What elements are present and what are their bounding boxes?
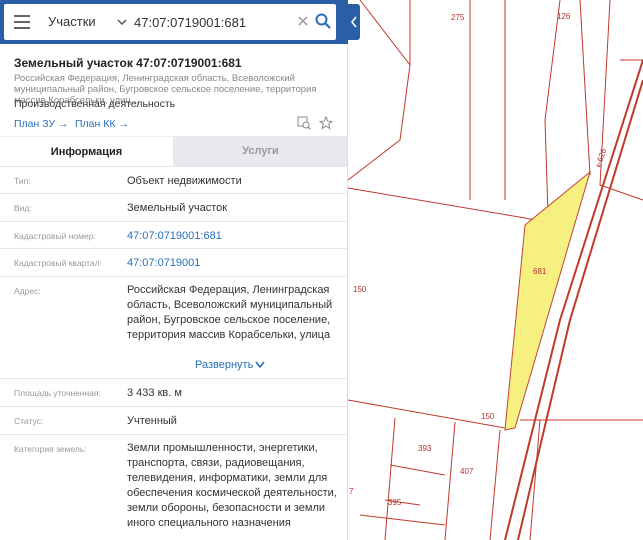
detail-row-type: Тип: Объект недвижимости (0, 166, 347, 193)
search-bar: Участки (0, 0, 340, 44)
map-label-681: 681 (533, 267, 547, 276)
detail-value: 3 433 кв. м (127, 387, 182, 399)
star-icon[interactable] (319, 116, 333, 130)
detail-label: Адрес: (14, 286, 41, 296)
panel-edge (340, 0, 348, 44)
parcel-boundary (489, 429, 501, 540)
map-label-150a: 150 (353, 285, 367, 294)
detail-label: Тип: (14, 176, 31, 186)
menu-icon[interactable] (14, 15, 30, 29)
selected-parcel-681[interactable] (504, 170, 591, 431)
expand-label: Развернуть (195, 359, 254, 371)
map-label-393: 393 (418, 444, 432, 453)
map-label-road: к-626 (593, 147, 608, 169)
chevron-left-icon (350, 16, 357, 28)
detail-label: Площадь уточненная: (14, 388, 101, 398)
close-icon[interactable] (296, 14, 310, 28)
search-type-select[interactable]: Участки (48, 4, 96, 40)
expand-address-link[interactable]: Развернуть (195, 359, 265, 371)
parcel-info-panel: Земельный участок 47:07:0719001:681 Росс… (0, 44, 348, 540)
tab-services[interactable]: Услуги (173, 136, 347, 166)
map-label-407: 407 (460, 467, 474, 476)
detail-row-kind: Вид: Земельный участок (0, 193, 347, 221)
parcel-use: Производственная деятельность (14, 98, 176, 110)
map-label-7: 7 (349, 487, 354, 496)
search-icon[interactable] (314, 12, 332, 30)
chevron-down-icon[interactable] (116, 16, 128, 28)
parcel-title: Земельный участок 47:07:0719001:681 (14, 56, 242, 70)
parcel-boundary (359, 514, 446, 526)
detail-row-cad-quarter: Кадастровый квартал: 47:07:0719001 (0, 248, 347, 276)
detail-value: Земельный участок (127, 202, 228, 214)
cad-quarter-link[interactable]: 47:07:0719001 (127, 256, 339, 271)
parcel-boundary (389, 464, 446, 476)
map-label-150b: 150 (481, 412, 495, 421)
detail-value: Объект недвижимости (127, 175, 242, 187)
detail-value: Учтенный (127, 415, 177, 427)
detail-value: Российская Федерация, Ленинградская обла… (127, 284, 333, 341)
parcel-boundary (544, 0, 561, 216)
detail-row-category: Категория земель: Земли промышленности, … (0, 434, 347, 540)
plan-kk-link[interactable]: План КК → (75, 118, 129, 130)
map-label-126: 126 (557, 12, 571, 21)
detail-row-address: Адрес: Российская Федерация, Ленинградск… (0, 276, 347, 378)
map-search-icon[interactable] (297, 116, 311, 130)
search-box: Участки (4, 4, 336, 40)
detail-label: Статус: (14, 416, 44, 426)
tab-information[interactable]: Информация (0, 136, 173, 166)
cad-number-link[interactable]: 47:07:0719001:681 (127, 229, 339, 244)
parcel-boundary (579, 0, 591, 176)
detail-row-cad-number: Кадастровый номер: 47:07:0719001:681 (0, 221, 347, 248)
parcel-boundary (347, 187, 526, 219)
collapse-panel-button[interactable] (348, 4, 360, 40)
map-label-395: 395 (388, 498, 402, 507)
detail-row-area: Площадь уточненная: 3 433 кв. м (0, 378, 347, 406)
detail-label: Кадастровый номер: (14, 231, 96, 241)
detail-row-status: Статус: Учтенный (0, 406, 347, 434)
map-label-275: 275 (451, 13, 465, 22)
detail-value: Земли промышленности, энергетики, трансп… (127, 442, 337, 529)
plan-zu-link[interactable]: План ЗУ → (14, 118, 69, 130)
search-input[interactable] (134, 8, 294, 36)
parcel-boundary (444, 421, 456, 540)
chevron-down-icon (255, 361, 265, 369)
detail-label: Вид: (14, 203, 32, 213)
parcel-boundary (384, 417, 396, 540)
detail-label: Категория земель: (14, 444, 87, 454)
detail-label: Кадастровый квартал: (14, 258, 102, 268)
tabs: Информация Услуги (0, 136, 347, 166)
